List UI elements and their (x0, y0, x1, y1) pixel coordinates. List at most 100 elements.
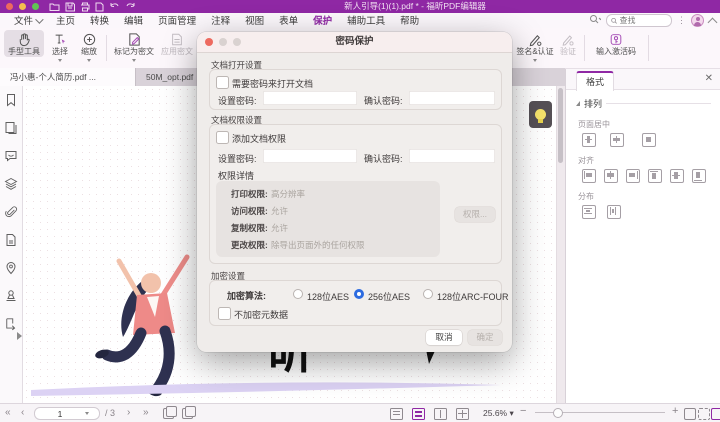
signature-pen-icon (528, 30, 543, 47)
menu-home[interactable]: 主页 (55, 12, 76, 29)
bookmark-icon[interactable] (4, 93, 18, 107)
distribute-vertical-icon[interactable] (607, 205, 621, 219)
destinations-icon[interactable] (4, 261, 18, 275)
format-tab[interactable]: 格式 (576, 71, 614, 91)
menu-convert[interactable]: 转换 (89, 12, 110, 29)
menu-file[interactable]: 文件 (13, 12, 42, 29)
distribute-horizontal-icon[interactable] (582, 205, 596, 219)
zoom-out-icon[interactable]: − (520, 405, 526, 417)
align-bottom-icon[interactable] (692, 169, 706, 183)
dialog-title: 密码保护 (197, 32, 512, 52)
first-page-icon[interactable]: « (5, 407, 11, 419)
align-right-icon[interactable] (626, 169, 640, 183)
close-window-button[interactable] (6, 3, 13, 10)
account-avatar[interactable] (691, 14, 704, 27)
more-options-icon[interactable]: ⋮ (677, 15, 686, 26)
file-icon[interactable] (4, 233, 18, 247)
vertical-scrollbar-thumb[interactable] (558, 88, 563, 163)
center-vertical-icon[interactable] (610, 133, 624, 147)
save-icon[interactable] (65, 2, 75, 12)
access-permission-value: 允许 (271, 205, 288, 217)
tips-lightbulb-button[interactable] (529, 101, 552, 128)
menu-protect[interactable]: 保护 (312, 12, 333, 30)
attachments-icon[interactable] (4, 205, 18, 219)
sidebar-expand-arrow-icon[interactable] (17, 332, 22, 340)
next-view-icon[interactable] (182, 408, 193, 419)
next-page-icon[interactable]: › (127, 407, 130, 419)
menu-help[interactable]: 帮助 (399, 12, 420, 29)
center-horizontal-icon[interactable] (582, 133, 596, 147)
layers-icon[interactable] (4, 177, 18, 191)
align-left-icon[interactable] (582, 169, 596, 183)
zoom-in-icon[interactable]: + (672, 405, 678, 417)
sign-certify-button[interactable]: 签名&认证 (514, 30, 556, 62)
page-thumbnails-icon[interactable] (4, 121, 18, 135)
search-input[interactable] (618, 15, 668, 26)
hand-tool-button[interactable]: 手型工具 (4, 30, 44, 57)
perm-set-password-input[interactable] (263, 149, 357, 163)
perm-confirm-password-input[interactable] (409, 149, 495, 163)
page-number-box[interactable] (34, 407, 100, 420)
activation-code-button[interactable]: 输入激活码 (589, 30, 643, 57)
zoom-slider-knob[interactable] (553, 408, 563, 418)
zoom-tool-button[interactable]: 缩放 (76, 30, 102, 62)
continuous-view-icon[interactable] (412, 408, 425, 420)
require-password-label: 需要密码来打开文档 (232, 77, 313, 90)
radio-128-arcfour[interactable] (423, 289, 433, 299)
activation-key-icon (609, 30, 623, 47)
facing-view-icon[interactable] (434, 408, 447, 420)
search-box[interactable] (606, 14, 672, 27)
export-icon[interactable] (4, 317, 18, 331)
menu-accessibility[interactable]: 辅助工具 (346, 12, 386, 29)
quad-view-icon[interactable] (456, 408, 469, 420)
open-settings-box: 需要密码来打开文档 设置密码: 确认密码: (209, 69, 502, 110)
collapse-toolbar-icon[interactable] (708, 17, 718, 27)
last-page-icon[interactable]: » (143, 407, 149, 419)
align-middle-icon[interactable] (670, 169, 684, 183)
open-confirm-password-input[interactable] (409, 91, 495, 105)
new-document-icon[interactable] (95, 2, 104, 12)
zoom-level-label[interactable]: 25.6% ▾ (483, 408, 514, 419)
stamp-icon[interactable] (4, 289, 18, 303)
arrange-section-header[interactable]: 排列 (576, 97, 711, 110)
require-password-checkbox[interactable] (216, 76, 229, 89)
menu-comment[interactable]: 注释 (210, 12, 231, 29)
previous-view-icon[interactable] (163, 408, 174, 419)
previous-page-icon[interactable]: ‹ (21, 407, 24, 419)
open-set-password-input[interactable] (263, 91, 357, 105)
menu-view[interactable]: 视图 (244, 12, 265, 29)
document-tab-1[interactable]: 冯小惠-个人简历.pdf ... (0, 68, 135, 86)
menu-bar: 文件 主页 转换 编辑 页面管理 注释 视图 表单 保护 辅助工具 帮助 ⋮ (0, 13, 720, 28)
print-icon[interactable] (80, 2, 90, 12)
minimize-window-button[interactable] (19, 3, 26, 10)
mark-redaction-button[interactable]: 标记为密文 (111, 30, 157, 62)
find-options-icon[interactable] (589, 14, 601, 27)
cancel-button[interactable]: 取消 (426, 330, 462, 345)
verify-label: 验证 (560, 47, 576, 57)
select-tool-button[interactable]: 选择 (47, 30, 73, 62)
close-icon[interactable]: ✕ (705, 73, 713, 85)
page-number-input[interactable] (35, 408, 85, 420)
radio-128-aes-label: 128位AES (307, 290, 349, 303)
menu-form[interactable]: 表单 (278, 12, 299, 29)
chevron-down-icon (85, 412, 89, 415)
menu-edit[interactable]: 编辑 (123, 12, 144, 29)
no-metadata-checkbox[interactable] (218, 307, 231, 320)
add-permission-checkbox[interactable] (216, 131, 229, 144)
add-permission-label: 添加文档权限 (232, 132, 286, 145)
open-file-icon[interactable] (49, 2, 60, 12)
permission-settings-box: 添加文档权限 设置密码: 确认密码: 权限详情 打印权限: 高分辨率 访问权限:… (209, 124, 502, 264)
fullscreen-icon[interactable] (698, 408, 710, 420)
zoom-slider[interactable] (535, 412, 665, 413)
single-page-view-icon[interactable] (390, 408, 403, 420)
radio-256-aes[interactable] (354, 289, 364, 299)
panel-toggle-icon[interactable] (711, 408, 720, 420)
radio-128-aes[interactable] (293, 289, 303, 299)
center-both-icon[interactable] (642, 133, 656, 147)
comments-icon[interactable] (4, 149, 18, 163)
maximize-window-button[interactable] (32, 3, 39, 10)
align-top-icon[interactable] (648, 169, 662, 183)
menu-page-management[interactable]: 页面管理 (157, 12, 197, 29)
fit-page-icon[interactable] (684, 408, 696, 420)
align-center-icon[interactable] (604, 169, 618, 183)
